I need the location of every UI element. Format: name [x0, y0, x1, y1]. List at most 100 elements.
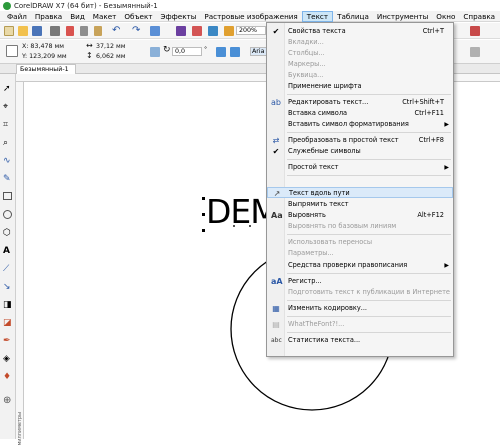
menu-item-encode[interactable]: ▦ Изменить кодировку...: [267, 303, 453, 314]
menu-item-change-case[interactable]: aA Регистр...: [267, 276, 453, 287]
freehand-tool-icon[interactable]: ∿: [3, 156, 13, 166]
menu-item-nonprinting-characters[interactable]: ✔ Служебные символы: [267, 146, 453, 157]
color-eyedropper-tool-icon[interactable]: ✒: [3, 336, 13, 346]
object-origin-icon[interactable]: [6, 45, 18, 57]
menu-item-insert-formatting-character[interactable]: Вставить символ форматирования ▶: [267, 119, 453, 130]
new-document-icon[interactable]: [4, 26, 14, 36]
menu-item-label: Выровнять по базовым линиям: [288, 222, 397, 230]
crop-tool-icon[interactable]: ⌗: [3, 120, 13, 130]
menu-item-label: Выровнять: [288, 211, 326, 219]
vertical-ruler[interactable]: миллиметры: [16, 82, 24, 446]
menu-item-shortcut: Alt+F12: [417, 211, 444, 219]
copy-icon[interactable]: [80, 26, 88, 36]
options-icon[interactable]: [470, 26, 480, 36]
propbar-more-icon[interactable]: [470, 47, 480, 57]
menu-separator: [287, 175, 451, 176]
menu-separator: [287, 94, 451, 95]
menu-text[interactable]: Текст: [301, 10, 334, 22]
menu-item-writing-tools[interactable]: Средства проверки правописания ▶: [267, 260, 453, 271]
height-icon: ↕: [86, 51, 93, 60]
selection-handle[interactable]: [202, 197, 205, 200]
shape-tool-icon[interactable]: ⌖: [3, 102, 13, 112]
menu-item-label: Маркеры...: [288, 60, 326, 68]
menu-item-font-playground[interactable]: Применение шрифта: [267, 81, 453, 92]
menu-file[interactable]: Файл: [3, 11, 31, 22]
ellipse-tool-icon[interactable]: [3, 210, 12, 219]
transparency-tool-icon[interactable]: ◪: [3, 318, 13, 328]
title-bar: CorelDRAW X7 (64 бит) - Безымянный-1: [0, 0, 500, 11]
artistic-media-tool-icon[interactable]: ✎: [3, 174, 13, 184]
y-position-field[interactable]: Y: 123,209 мм: [22, 53, 67, 60]
menu-item-edit-text[interactable]: ab Редактировать текст... Ctrl+Shift+T: [267, 97, 453, 108]
menu-item-columns[interactable]: Столбцы...: [267, 48, 453, 59]
x-position-field[interactable]: X: 83,478 мм: [22, 43, 64, 50]
text-menu-dropdown: ✔ Свойства текста Ctrl+T Вкладки... Стол…: [266, 22, 454, 357]
mirror-horizontal-icon[interactable]: [216, 47, 226, 57]
print-icon[interactable]: [50, 26, 60, 36]
statistics-icon: abc: [271, 337, 282, 344]
menu-bitmaps[interactable]: Растровые изображения: [200, 11, 301, 22]
menu-item-drop-cap[interactable]: Буквица...: [267, 70, 453, 81]
polygon-tool-icon[interactable]: ⬡: [3, 228, 13, 238]
parallel-dimension-tool-icon[interactable]: ⟋: [3, 264, 13, 274]
search-content-icon[interactable]: [150, 26, 160, 36]
publish-pdf-icon[interactable]: [208, 26, 218, 36]
menu-edit[interactable]: Правка: [31, 11, 66, 22]
interactive-fill-tool-icon[interactable]: ◈: [3, 354, 13, 364]
menu-item-whatthefont[interactable]: ▤ WhatTheFont?!...: [267, 319, 453, 330]
menu-item-hyphenation-settings[interactable]: Параметры...: [267, 248, 453, 259]
selection-handle[interactable]: [202, 229, 205, 232]
mirror-vertical-icon[interactable]: [230, 47, 240, 57]
menu-view[interactable]: Вид: [66, 11, 89, 22]
paste-icon[interactable]: [94, 26, 102, 36]
width-field[interactable]: 37,12 мм: [96, 43, 126, 50]
menu-item-convert-to-paragraph-text[interactable]: ⇄ Преобразовать в простой текст Ctrl+F8: [267, 135, 453, 146]
menu-item-align-to-baseline[interactable]: Выровнять по базовым линиям: [267, 221, 453, 232]
menu-effects[interactable]: Эффекты: [156, 11, 200, 22]
pick-tool-icon[interactable]: ➚: [3, 84, 13, 94]
menu-item-fit-text-to-path[interactable]: ↗ Текст вдоль пути: [267, 187, 453, 198]
application-launcher-icon[interactable]: [224, 26, 234, 36]
menu-help[interactable]: Справка: [459, 11, 499, 22]
menu-table[interactable]: Таблица: [333, 11, 373, 22]
cut-icon[interactable]: [66, 26, 74, 36]
export-icon[interactable]: [192, 26, 202, 36]
menu-item-straighten-text[interactable]: Выпрямить текст: [267, 199, 453, 210]
lock-ratio-icon[interactable]: [150, 47, 160, 57]
menu-item-align[interactable]: Aa Выровнять Alt+F12: [267, 210, 453, 221]
add-tool-icon[interactable]: ⊕: [3, 396, 13, 406]
menu-item-tabs[interactable]: Вкладки...: [267, 37, 453, 48]
redo-icon[interactable]: ↷: [132, 26, 142, 36]
menu-item-label: Выпрямить текст: [288, 200, 349, 208]
menu-item-text-statistics[interactable]: abc Статистика текста...: [267, 335, 453, 346]
menu-item-shortcut: Ctrl+F8: [418, 136, 444, 144]
save-icon[interactable]: [32, 26, 42, 36]
menu-tools[interactable]: Инструменты: [373, 11, 432, 22]
menu-item-make-text-web-compatible[interactable]: Подготовить текст к публикации в Интерне…: [267, 287, 453, 298]
height-field[interactable]: 6,062 мм: [96, 53, 126, 60]
undo-icon[interactable]: ↶: [112, 26, 122, 36]
menu-item-bullets[interactable]: Маркеры...: [267, 59, 453, 70]
menu-item-use-hyphenation[interactable]: Использовать переносы: [267, 237, 453, 248]
zoom-tool-icon[interactable]: ⌕: [3, 138, 13, 148]
smart-fill-tool-icon[interactable]: ♦: [3, 372, 13, 382]
rotation-angle-field[interactable]: 0,0: [172, 47, 202, 56]
menu-item-text-properties[interactable]: ✔ Свойства текста Ctrl+T: [267, 26, 453, 37]
edit-text-icon: ab: [271, 98, 281, 107]
connector-tool-icon[interactable]: ↘: [3, 282, 13, 292]
submenu-arrow-icon: ▶: [444, 262, 449, 269]
menu-item-paragraph-text-frame[interactable]: Простой текст ▶: [267, 162, 453, 173]
menu-window[interactable]: Окно: [432, 11, 459, 22]
menu-object[interactable]: Объект: [120, 11, 156, 22]
selection-handle[interactable]: [202, 213, 205, 216]
tab-document[interactable]: Безымянный-1: [16, 64, 76, 74]
drop-shadow-tool-icon[interactable]: ◨: [3, 300, 13, 310]
zoom-level-field[interactable]: 200%: [236, 26, 266, 35]
menu-item-label: Столбцы...: [288, 49, 325, 57]
menu-layout[interactable]: Макет: [89, 11, 121, 22]
rectangle-tool-icon[interactable]: [3, 192, 12, 200]
text-tool-icon[interactable]: A: [3, 246, 13, 256]
menu-item-insert-character[interactable]: Вставка символа Ctrl+F11: [267, 108, 453, 119]
open-folder-icon[interactable]: [18, 26, 28, 36]
import-icon[interactable]: [176, 26, 186, 36]
